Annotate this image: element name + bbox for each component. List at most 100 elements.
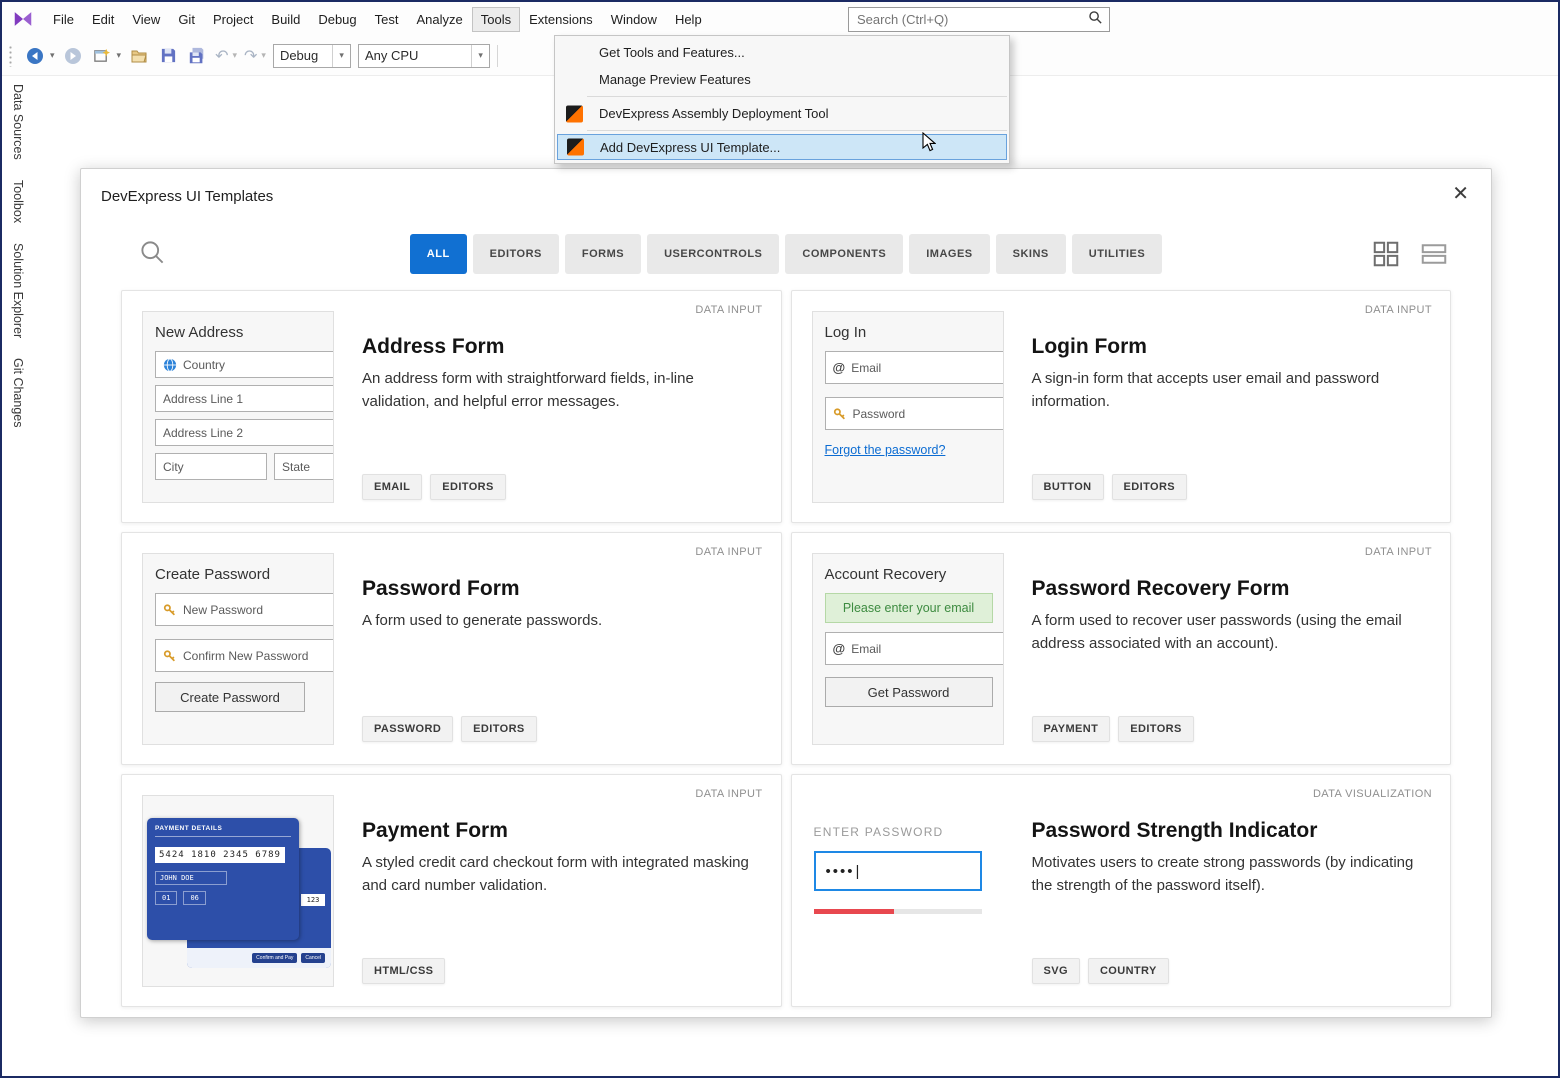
- tag-payment: PAYMENT: [1031, 716, 1111, 742]
- menu-debug[interactable]: Debug: [309, 7, 365, 32]
- menu-view[interactable]: View: [123, 7, 169, 32]
- country-field: Country: [155, 351, 333, 378]
- save-icon[interactable]: [157, 44, 179, 68]
- mouse-cursor: [922, 131, 937, 157]
- card-description: A styled credit card checkout form with …: [362, 854, 749, 894]
- template-card-password-recovery-form[interactable]: DATA INPUT Account Recovery Please enter…: [790, 532, 1451, 765]
- card-description: A form used to recover user passwords (u…: [1031, 612, 1402, 652]
- at-sign-icon: @: [832, 360, 846, 375]
- quick-search-input[interactable]: [855, 11, 1088, 28]
- menu-bar: File Edit View Git Project Build Debug T…: [2, 2, 1558, 36]
- preview-header: Create Password: [155, 566, 271, 583]
- close-icon[interactable]: ✕: [1452, 181, 1469, 206]
- filter-tab-usercontrols[interactable]: USERCONTROLS: [647, 234, 780, 274]
- tag-button: BUTTON: [1031, 474, 1104, 500]
- grid-view-icon[interactable]: [1371, 239, 1401, 274]
- menu-edit[interactable]: Edit: [83, 7, 123, 32]
- forgot-password-link[interactable]: Forgot the password?: [825, 443, 946, 457]
- undo-icon[interactable]: ↶: [215, 46, 228, 66]
- navigate-forward-icon[interactable]: [62, 44, 84, 68]
- tag-country: COUNTRY: [1087, 958, 1169, 984]
- filter-bar: ALL EDITORS FORMS USERCONTROLS COMPONENT…: [121, 231, 1451, 277]
- menu-help[interactable]: Help: [666, 7, 711, 32]
- preview-header: Account Recovery: [824, 566, 947, 583]
- menu-item-devexpress-assembly-deployment-tool[interactable]: DevExpress Assembly Deployment Tool: [557, 100, 1007, 127]
- quick-search[interactable]: [848, 7, 1110, 32]
- menu-test[interactable]: Test: [366, 7, 408, 32]
- tag-html-css: HTML/CSS: [362, 958, 446, 984]
- sidebar-tab-toolbox[interactable]: Toolbox: [11, 180, 25, 223]
- menu-extensions[interactable]: Extensions: [520, 7, 602, 32]
- menu-tools[interactable]: Tools: [471, 6, 521, 32]
- menu-window[interactable]: Window: [602, 7, 666, 32]
- solution-platform-dropdown[interactable]: Any CPU ▾: [357, 43, 490, 68]
- preview-header: New Address: [155, 324, 244, 341]
- sidebar-tab-git-changes[interactable]: Git Changes: [11, 358, 25, 427]
- menu-item-get-tools-and-features[interactable]: Get Tools and Features...: [557, 39, 1007, 66]
- payment-form-preview: 123 Confirm and Pay Cancel PAYMENT DETAI…: [142, 795, 334, 987]
- filter-tab-forms[interactable]: FORMS: [564, 234, 642, 274]
- list-view-icon[interactable]: [1419, 239, 1449, 274]
- key-icon: [833, 407, 847, 421]
- strength-fill: [813, 909, 895, 914]
- payment-details-label: PAYMENT DETAILS: [155, 825, 291, 837]
- card-title: Password Recovery Form: [1031, 577, 1290, 600]
- new-project-icon[interactable]: [91, 44, 113, 68]
- confirm-and-pay-button: Confirm and Pay: [252, 953, 298, 963]
- text-caret: |: [855, 862, 860, 880]
- new-project-caret-icon[interactable]: ▾: [117, 50, 122, 61]
- filter-tab-skins[interactable]: SKINS: [995, 234, 1066, 274]
- template-card-password-strength-indicator[interactable]: DATA VISUALIZATION ENTER PASSWORD •••• | …: [790, 774, 1451, 1007]
- menu-build[interactable]: Build: [262, 7, 309, 32]
- view-toggles: [1371, 239, 1449, 274]
- menu-item-label: Get Tools and Features...: [599, 45, 745, 60]
- redo-caret-icon[interactable]: ▾: [261, 50, 266, 61]
- navigate-back-caret-icon[interactable]: ▾: [50, 50, 55, 61]
- address-line1-field: Address Line 1: [155, 385, 333, 412]
- open-file-icon[interactable]: [128, 44, 150, 68]
- menu-git[interactable]: Git: [169, 7, 204, 32]
- tag-editors: EDITORS: [1118, 716, 1194, 742]
- template-card-password-form[interactable]: DATA INPUT Create Password New Password …: [121, 532, 782, 765]
- template-search-icon[interactable]: [139, 239, 166, 271]
- filter-tab-editors[interactable]: EDITORS: [472, 234, 559, 274]
- chevron-down-icon: ▾: [332, 44, 344, 67]
- password-input: •••• |: [813, 851, 982, 891]
- field-placeholder: Country: [183, 357, 226, 372]
- sidebar-tab-data-sources[interactable]: Data Sources: [11, 84, 25, 160]
- template-card-payment-form[interactable]: DATA INPUT 123 Confirm and Pay Cancel PA…: [121, 774, 782, 1007]
- redo-icon[interactable]: ↷: [244, 46, 257, 66]
- card-description: Motivates users to create strong passwor…: [1031, 854, 1414, 894]
- solution-configuration-value: Debug: [279, 48, 319, 63]
- card-description: An address form with straightforward fie…: [362, 370, 694, 410]
- confirm-password-field: Confirm New Password: [155, 639, 333, 672]
- card-title: Password Strength Indicator: [1031, 819, 1318, 842]
- menu-item-manage-preview-features[interactable]: Manage Preview Features: [557, 66, 1007, 93]
- filter-tab-utilities[interactable]: UTILITIES: [1071, 234, 1163, 274]
- chevron-down-icon: ▾: [471, 44, 483, 67]
- menu-analyze[interactable]: Analyze: [407, 7, 471, 32]
- filter-tab-components[interactable]: COMPONENTS: [785, 234, 904, 274]
- template-card-login-form[interactable]: DATA INPUT Log In @ Email Password Forgo…: [790, 290, 1451, 523]
- toolbar-separator: [496, 44, 498, 67]
- template-card-address-form[interactable]: DATA INPUT New Address Country Address L…: [121, 290, 782, 523]
- undo-caret-icon[interactable]: ▾: [232, 50, 237, 61]
- toolbar-grip[interactable]: [8, 44, 13, 67]
- save-all-icon[interactable]: [186, 44, 208, 68]
- tag-editors: EDITORS: [461, 716, 537, 742]
- menu-item-label: DevExpress Assembly Deployment Tool: [599, 106, 829, 121]
- menu-project[interactable]: Project: [204, 7, 262, 32]
- address-line2-field: Address Line 2: [155, 419, 333, 446]
- card-category: DATA INPUT: [695, 788, 763, 800]
- card-description: A sign-in form that accepts user email a…: [1031, 370, 1380, 410]
- card-category: DATA INPUT: [695, 304, 763, 316]
- cancel-button: Cancel: [301, 953, 325, 963]
- solution-configuration-dropdown[interactable]: Debug ▾: [272, 43, 351, 68]
- navigate-back-icon[interactable]: [24, 44, 46, 68]
- filter-tab-images[interactable]: IMAGES: [909, 234, 990, 274]
- menu-item-add-devexpress-ui-template[interactable]: Add DevExpress UI Template...: [557, 134, 1007, 160]
- filter-tab-all[interactable]: ALL: [409, 234, 467, 274]
- sidebar-tab-solution-explorer[interactable]: Solution Explorer: [11, 243, 25, 338]
- menu-file[interactable]: File: [44, 7, 83, 32]
- expiry-month-value: 01: [155, 891, 178, 905]
